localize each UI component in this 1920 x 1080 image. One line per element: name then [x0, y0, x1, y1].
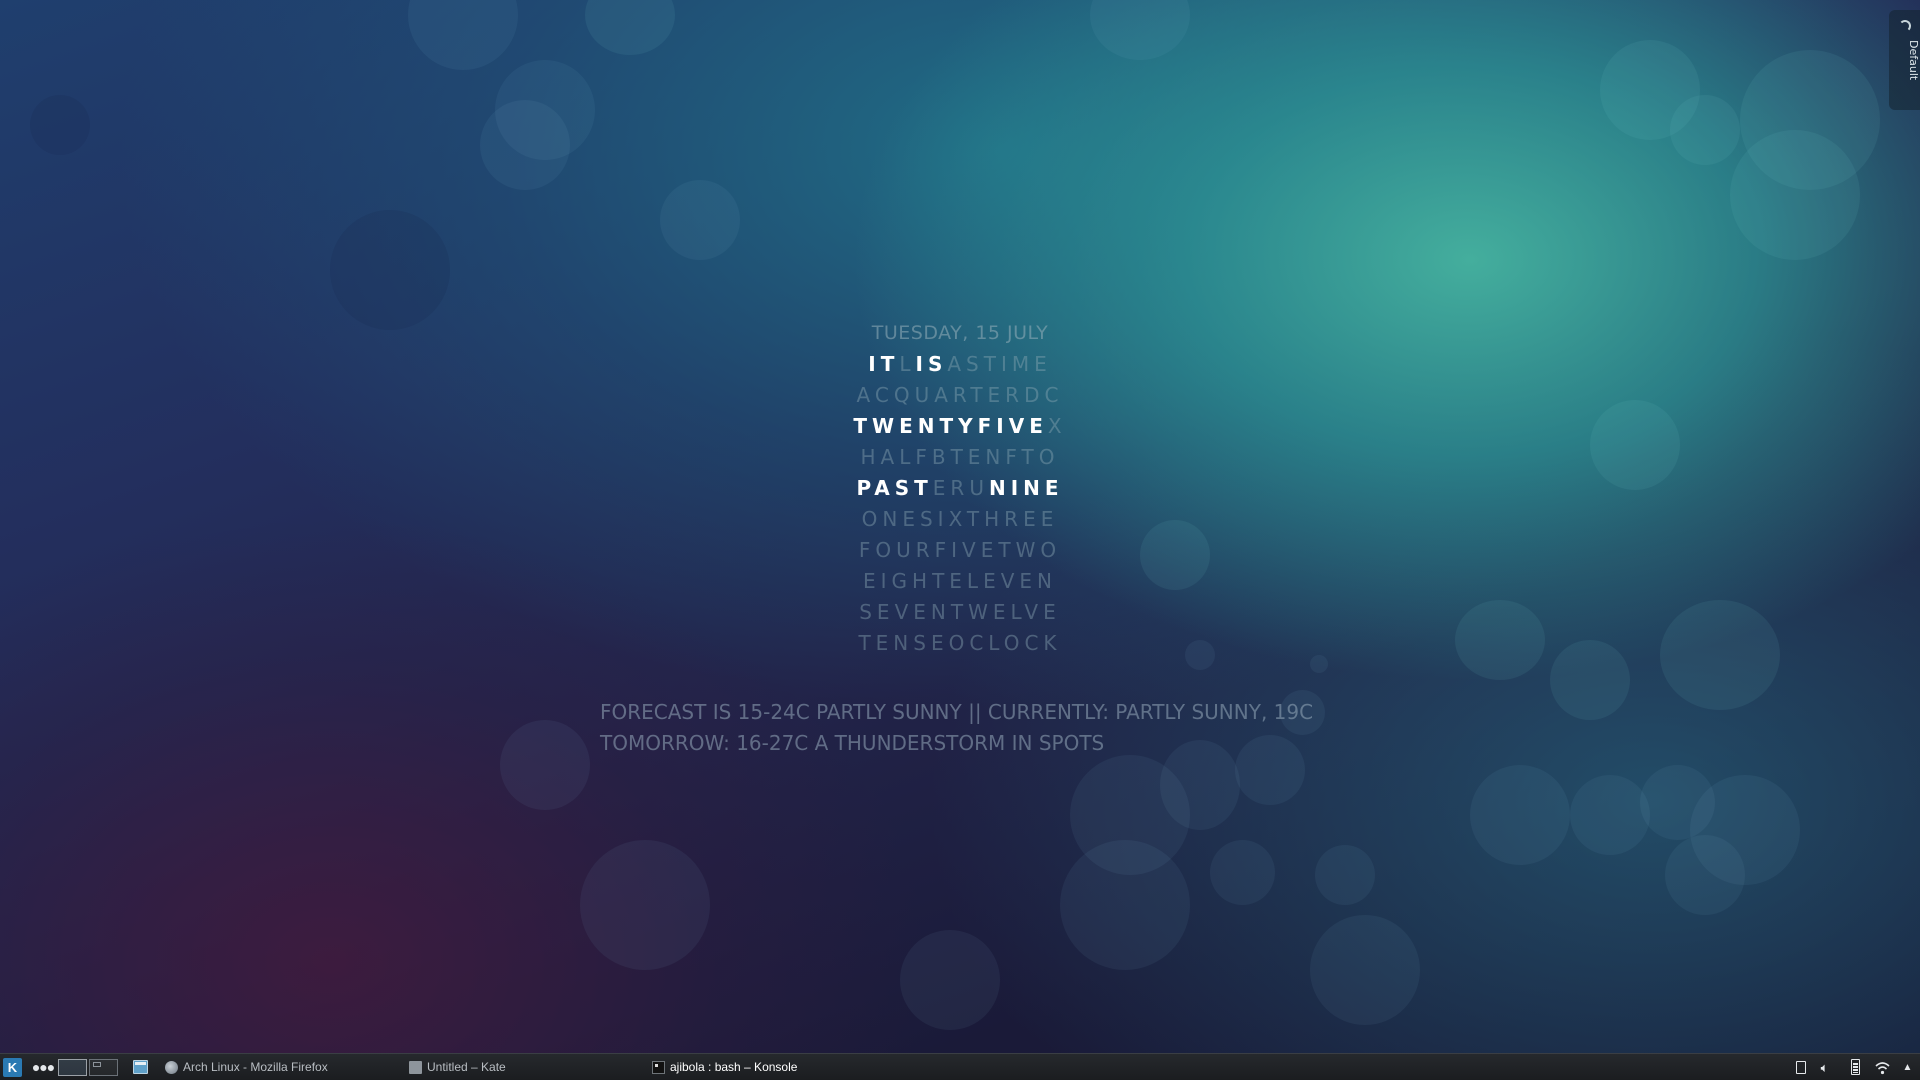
clock-letters-dim: ASTIME: [947, 352, 1052, 376]
show-desktop-icon[interactable]: [133, 1060, 148, 1074]
bokeh-decoration: [1665, 835, 1745, 915]
clipboard-icon[interactable]: [1792, 1059, 1809, 1076]
clock-word-lit: IT: [868, 352, 900, 376]
clock-letters-dim: FOURFIVETWO: [858, 538, 1062, 562]
clock-row: ONESIXTHREE: [840, 504, 1080, 535]
task-label: Arch Linux - Mozilla Firefox: [183, 1060, 328, 1074]
pager-desktop-1[interactable]: [58, 1059, 87, 1076]
bokeh-decoration: [1570, 775, 1650, 855]
desktop[interactable]: Default TUESDAY, 15 JULY ITLISASTIME ACQU…: [0, 0, 1920, 1053]
task-konsole[interactable]: ajibola : bash – Konsole: [650, 1057, 890, 1078]
wifi-icon[interactable]: [1874, 1059, 1891, 1076]
clock-word-lit: PAST: [856, 476, 933, 500]
bokeh-decoration: [1590, 400, 1680, 490]
task-kate[interactable]: Untitled – Kate: [407, 1057, 627, 1078]
clock-word-lit: TWENTYFIVE: [853, 414, 1048, 438]
bokeh-decoration: [1060, 840, 1190, 970]
activity-moon-icon: [1899, 20, 1911, 32]
battery-icon[interactable]: [1847, 1059, 1864, 1076]
bokeh-decoration: [1550, 640, 1630, 720]
clock-row: HALFBTENFTO: [840, 442, 1080, 473]
clock-letters-dim: L: [899, 352, 916, 376]
bokeh-decoration: [585, 0, 675, 55]
clock-letters-dim: EIGHTELEVEN: [863, 569, 1057, 593]
bokeh-decoration: [1210, 840, 1275, 905]
word-clock-widget: TUESDAY, 15 JULY ITLISASTIME ACQUARTERDC T…: [840, 318, 1080, 659]
forecast-line-tomorrow: TOMORROW: 16-27C A THUNDERSTORM IN SPOTS: [600, 731, 1105, 755]
bokeh-decoration: [1315, 845, 1375, 905]
taskbar-panel: K ●●● Arch Linux - Mozilla Firefox Untit…: [0, 1053, 1920, 1080]
bokeh-decoration: [660, 180, 740, 260]
clock-letters-dim: ONESIXTHREE: [861, 507, 1059, 531]
bokeh-decoration: [500, 720, 590, 810]
bokeh-decoration: [1140, 520, 1210, 590]
clock-letters-dim: ERU: [932, 476, 989, 500]
clock-row: FOURFIVETWO: [840, 535, 1080, 566]
bokeh-decoration: [30, 95, 90, 155]
clock-row: SEVENTWELVE: [840, 597, 1080, 628]
clock-word-lit: NINE: [988, 476, 1064, 500]
bokeh-decoration: [1660, 600, 1780, 710]
clock-letters-dim: SEVENTWELVE: [859, 600, 1061, 624]
activity-label: Default: [1907, 40, 1920, 81]
clock-row: ITLISASTIME: [840, 349, 1080, 380]
bokeh-decoration: [580, 840, 710, 970]
clock-row: TWENTYFIVEX: [840, 411, 1080, 442]
bokeh-decoration: [1600, 40, 1700, 140]
bokeh-decoration: [1090, 0, 1190, 60]
konsole-icon: [652, 1061, 665, 1074]
bokeh-decoration: [1470, 765, 1570, 865]
clock-letters-dim: TENSEOCLOCK: [858, 631, 1062, 655]
firefox-icon: [165, 1061, 178, 1074]
clock-row: ACQUARTERDC: [840, 380, 1080, 411]
kde-launcher-icon[interactable]: K: [3, 1058, 22, 1077]
bokeh-decoration: [1740, 50, 1880, 190]
panel-overflow-button[interactable]: ●●●: [31, 1056, 55, 1078]
bokeh-decoration: [900, 930, 1000, 1030]
clock-letters-dim: ACQUARTERDC: [856, 383, 1064, 407]
activity-switcher-tab[interactable]: Default: [1889, 10, 1920, 110]
clock-letters-dim: HALFBTENFTO: [860, 445, 1060, 469]
bokeh-decoration: [480, 100, 570, 190]
kate-icon: [409, 1061, 422, 1074]
bokeh-decoration: [1455, 600, 1545, 680]
bokeh-decoration: [330, 210, 450, 330]
clock-row: TENSEOCLOCK: [840, 628, 1080, 659]
clock-date: TUESDAY, 15 JULY: [871, 322, 1049, 344]
clock-letters-dim: X: [1047, 414, 1067, 438]
clock-row: EIGHTELEVEN: [840, 566, 1080, 597]
bokeh-decoration: [1310, 915, 1420, 1025]
bokeh-decoration: [1185, 640, 1215, 670]
task-firefox[interactable]: Arch Linux - Mozilla Firefox: [163, 1057, 383, 1078]
clock-word-lit: IS: [915, 352, 948, 376]
forecast-line-today: FORECAST IS 15-24C PARTLY SUNNY || CURRE…: [600, 700, 1314, 724]
weather-forecast: FORECAST IS 15-24C PARTLY SUNNY || CURRE…: [600, 697, 1360, 759]
expand-arrow-icon[interactable]: ▲: [1899, 1059, 1916, 1076]
task-label: Untitled – Kate: [427, 1060, 506, 1074]
task-label: ajibola : bash – Konsole: [670, 1060, 798, 1074]
bokeh-decoration: [408, 0, 518, 70]
volume-icon[interactable]: 🔈︎: [1816, 1059, 1833, 1076]
bokeh-decoration: [1310, 655, 1328, 673]
clock-row: PASTERUNINE: [840, 473, 1080, 504]
pager-desktop-2[interactable]: [89, 1059, 118, 1076]
clock-letter-grid: ITLISASTIME ACQUARTERDC TWENTYFIVEX HALFBTE…: [840, 349, 1080, 659]
mini-window-icon: [93, 1062, 101, 1067]
